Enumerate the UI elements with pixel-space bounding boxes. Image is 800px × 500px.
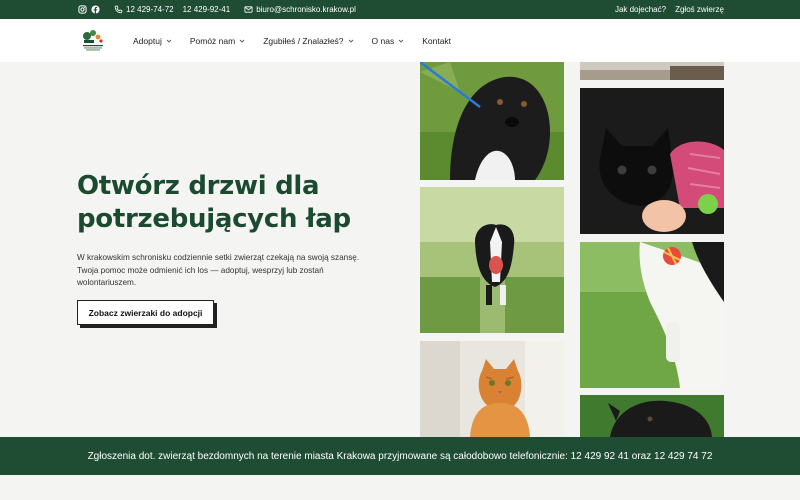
photo-black-dog xyxy=(420,62,564,180)
email-address[interactable]: biuro@schronisko.krakow.pl xyxy=(256,5,356,14)
instagram-icon[interactable] xyxy=(78,5,87,14)
nav-item-label: Kontakt xyxy=(422,35,452,46)
chevron-down-icon xyxy=(166,39,172,43)
nav-item-pomoz-nam[interactable]: Pomóż nam xyxy=(190,36,245,46)
mail-icon xyxy=(244,5,253,14)
hero-description: W krakowskim schronisku codziennie setki… xyxy=(77,253,360,287)
main-nav: Adoptuj Pomóż nam Zgubiłeś / Znalazłeś? … xyxy=(133,19,469,62)
facebook-icon[interactable] xyxy=(91,5,100,14)
adoption-cta-button[interactable]: Zobacz zwierzaki do adopcji xyxy=(77,300,214,325)
nav-item-kontakt[interactable]: Kontakt xyxy=(422,36,451,46)
email-contact[interactable]: biuro@schronisko.krakow.pl xyxy=(244,5,356,14)
chevron-down-icon xyxy=(239,39,245,43)
main-header: Adoptuj Pomóż nam Zgubiłeś / Znalazłeś? … xyxy=(0,19,800,62)
nav-item-label: O nas xyxy=(371,35,395,46)
photo-top-partial xyxy=(580,62,724,80)
emergency-notice-bar: Zgłoszenia dot. zwierząt bezdomnych na t… xyxy=(0,437,800,475)
chevron-down-icon xyxy=(398,39,404,43)
page-bottom-strip xyxy=(0,475,800,500)
nav-item-adoptuj[interactable]: Adoptuj xyxy=(133,36,172,46)
photo-dog-playing-ball xyxy=(580,242,724,388)
chevron-down-icon xyxy=(348,39,353,43)
nav-item-label: Adoptuj xyxy=(133,35,162,46)
nav-item-zgubiles-znalazles[interactable]: Zgubiłeś / Znalazłeś? xyxy=(263,36,353,46)
report-animal-link[interactable]: Zgłoś zwierzę xyxy=(675,5,724,14)
phone-icon xyxy=(114,5,123,14)
phone-contact[interactable]: 12 429-74-72 12 429-92-41 xyxy=(114,5,230,14)
photo-border-collie xyxy=(420,187,564,333)
nav-item-o-nas[interactable]: O nas xyxy=(372,36,405,46)
nav-item-label: Zgubiłeś / Znalazłeś? xyxy=(263,35,344,46)
photo-orange-cat xyxy=(420,341,564,437)
hero-title: Otwórz drzwi dla potrzebujących łap xyxy=(77,171,351,234)
photo-black-kitten xyxy=(580,88,724,234)
photo-black-dog-bottom xyxy=(580,395,724,437)
logo[interactable] xyxy=(80,27,106,54)
nav-item-label: Pomóż nam xyxy=(189,35,236,46)
emergency-notice-text: Zgłoszenia dot. zwierząt bezdomnych na t… xyxy=(87,450,713,462)
top-bar-links: Jak dojechać? Zgłoś zwierzę xyxy=(615,0,724,19)
directions-link[interactable]: Jak dojechać? xyxy=(615,5,666,14)
phone-number-1[interactable]: 12 429-74-72 xyxy=(126,5,174,14)
phone-number-2[interactable]: 12 429-92-41 xyxy=(183,5,231,14)
top-bar: 12 429-74-72 12 429-92-41 biuro@schronis… xyxy=(0,0,800,19)
top-bar-contacts: 12 429-74-72 12 429-92-41 biuro@schronis… xyxy=(78,0,356,19)
